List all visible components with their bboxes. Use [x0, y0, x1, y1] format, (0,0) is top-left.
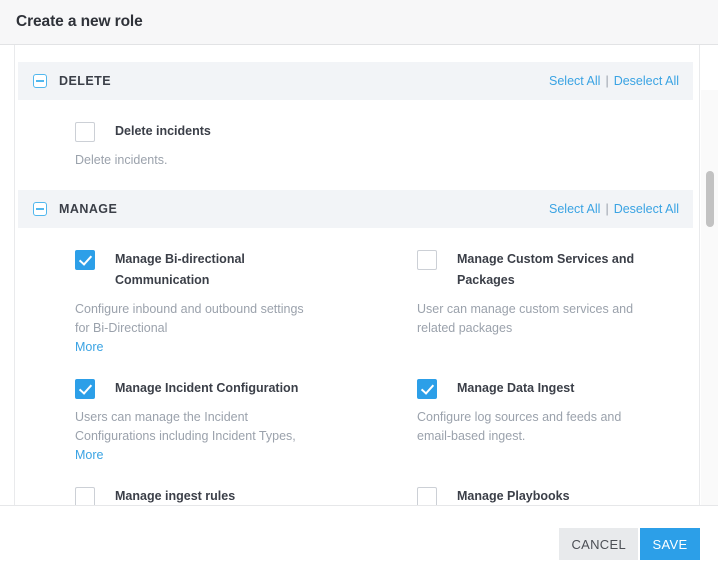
- actions-separator: |: [605, 202, 609, 216]
- permission-grid-manage: Manage Bi-directional Communication Conf…: [15, 228, 699, 505]
- checkbox-manage-bidirectional-communication[interactable]: [75, 250, 95, 270]
- section-header-manage: MANAGE Select All | Deselect All: [18, 190, 693, 228]
- permission-head: Delete incidents: [75, 122, 659, 142]
- permissions-list: DELETE Select All | Deselect All Delete …: [15, 45, 699, 505]
- permission-description: Delete incidents.: [75, 153, 168, 167]
- permission-description: Configure log sources and feeds and emai…: [417, 410, 622, 443]
- permission-head: Manage Custom Services and Packages: [417, 250, 659, 291]
- permission-item-manage-bidirectional-communication: Manage Bi-directional Communication Conf…: [15, 228, 357, 357]
- modal-footer: CANCEL SAVE: [0, 505, 718, 582]
- modal-header: Create a new role: [0, 0, 718, 45]
- section-title-manage: MANAGE: [59, 202, 118, 216]
- permission-description: User can manage custom services and rela…: [417, 302, 634, 335]
- permission-label: Manage Data Ingest: [457, 381, 575, 395]
- select-all-link-delete[interactable]: Select All: [549, 74, 600, 88]
- deselect-all-link-delete[interactable]: Deselect All: [614, 74, 679, 88]
- permission-label: Manage Custom Services and Packages: [457, 252, 635, 287]
- permission-description: Users can manage the Incident Configurat…: [75, 408, 315, 465]
- permissions-scroll-pane[interactable]: DELETE Select All | Deselect All Delete …: [14, 45, 700, 505]
- permission-item-manage-incident-configuration: Manage Incident Configuration Users can …: [15, 357, 357, 465]
- checkbox-delete-incidents[interactable]: [75, 122, 95, 142]
- permission-item-delete-incidents: Delete incidents Delete incidents.: [15, 100, 699, 170]
- minus-square-icon[interactable]: [33, 202, 47, 216]
- permission-head: Manage Data Ingest: [417, 379, 659, 399]
- modal-body: DELETE Select All | Deselect All Delete …: [0, 45, 718, 505]
- permission-description: Configure inbound and outbound settings …: [75, 300, 315, 357]
- vertical-scrollbar[interactable]: [703, 90, 717, 505]
- checkbox-manage-custom-services-and-packages[interactable]: [417, 250, 437, 270]
- select-all-link-manage[interactable]: Select All: [549, 202, 600, 216]
- actions-separator: |: [605, 74, 609, 88]
- page-title: Create a new role: [16, 13, 143, 30]
- permission-item-manage-playbooks: Manage Playbooks: [357, 465, 699, 505]
- cancel-button[interactable]: CANCEL: [559, 528, 638, 560]
- permission-item-manage-custom-services-and-packages: Manage Custom Services and Packages User…: [357, 228, 699, 357]
- scrollbar-thumb[interactable]: [706, 171, 714, 227]
- deselect-all-link-manage[interactable]: Deselect All: [614, 202, 679, 216]
- permission-label: Manage Playbooks: [457, 489, 570, 503]
- permission-head: Manage ingest rules: [75, 487, 317, 505]
- section-header-delete: DELETE Select All | Deselect All: [18, 62, 693, 100]
- section-actions-delete: Select All | Deselect All: [549, 74, 679, 88]
- checkbox-manage-playbooks[interactable]: [417, 487, 437, 505]
- more-link[interactable]: More: [75, 446, 315, 465]
- checkbox-manage-data-ingest[interactable]: [417, 379, 437, 399]
- permission-item-manage-ingest-rules: Manage ingest rules: [15, 465, 357, 505]
- permission-head: Manage Bi-directional Communication: [75, 250, 317, 291]
- permission-label: Delete incidents: [115, 124, 211, 138]
- permission-label: Manage ingest rules: [115, 489, 236, 503]
- more-link[interactable]: More: [75, 338, 315, 357]
- permission-description-text: Users can manage the Incident Configurat…: [75, 410, 296, 443]
- checkbox-manage-incident-configuration[interactable]: [75, 379, 95, 399]
- checkbox-manage-ingest-rules[interactable]: [75, 487, 95, 505]
- permission-item-manage-data-ingest: Manage Data Ingest Configure log sources…: [357, 357, 699, 465]
- section-actions-manage: Select All | Deselect All: [549, 202, 679, 216]
- permission-label: Manage Bi-directional Communication: [115, 252, 245, 287]
- permission-description-text: Configure inbound and outbound settings …: [75, 302, 304, 335]
- section-title-delete: DELETE: [59, 74, 112, 88]
- permission-head: Manage Playbooks: [417, 487, 659, 505]
- minus-square-icon[interactable]: [33, 74, 47, 88]
- permission-head: Manage Incident Configuration: [75, 379, 317, 399]
- permission-grid-delete: Delete incidents Delete incidents.: [15, 100, 699, 170]
- permission-label: Manage Incident Configuration: [115, 381, 299, 395]
- save-button[interactable]: SAVE: [640, 528, 700, 560]
